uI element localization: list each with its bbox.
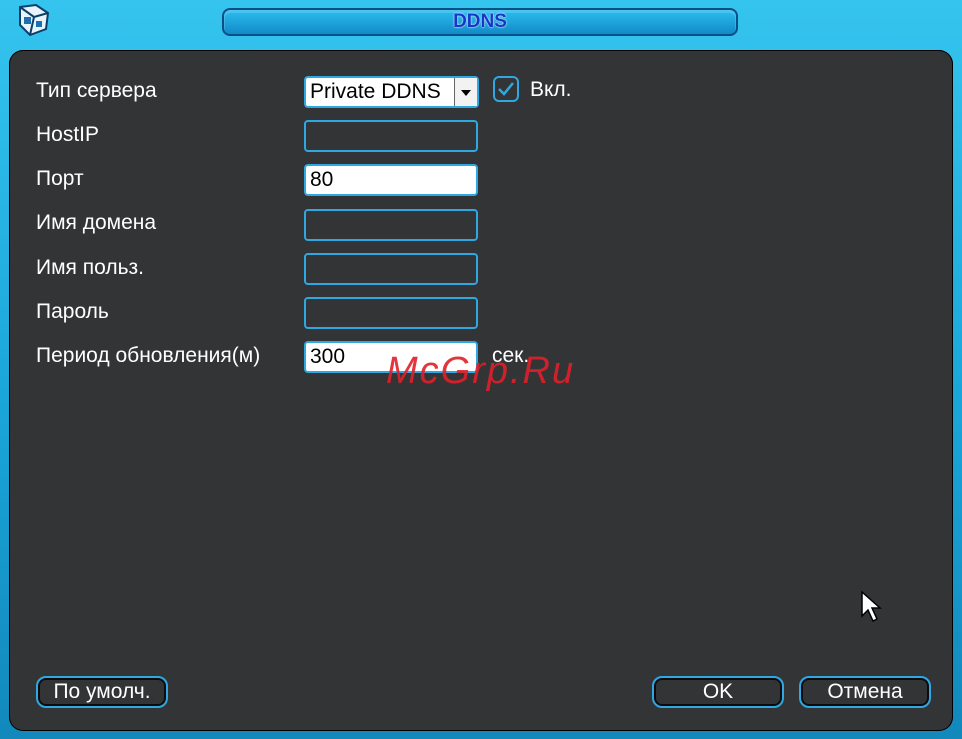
app-logo-icon xyxy=(19,3,50,37)
chevron-down-icon[interactable] xyxy=(454,78,477,106)
window-title: DDNS xyxy=(453,11,507,32)
enable-checkbox[interactable] xyxy=(493,76,519,102)
default-button[interactable]: По умолч. xyxy=(36,676,168,708)
ok-button[interactable]: OK xyxy=(652,676,784,708)
title-pill: DDNS xyxy=(222,8,738,36)
server-type-label: Тип сервера xyxy=(36,79,157,102)
port-label: Порт xyxy=(36,167,84,190)
enable-label: Вкл. xyxy=(530,78,572,101)
update-period-label: Период обновления(м) xyxy=(36,344,261,367)
checkmark-icon xyxy=(498,82,514,96)
password-input[interactable] xyxy=(304,297,478,329)
mouse-cursor-icon xyxy=(861,590,882,623)
domain-input[interactable] xyxy=(304,209,478,241)
hostip-label: HostIP xyxy=(36,123,100,146)
password-label: Пароль xyxy=(36,300,109,323)
server-type-select[interactable]: Private DDNS xyxy=(304,76,479,108)
server-type-value: Private DDNS xyxy=(310,80,441,103)
username-label: Имя польз. xyxy=(36,256,144,279)
cancel-button[interactable]: Отмена xyxy=(799,676,931,708)
username-input[interactable] xyxy=(304,253,478,285)
port-input[interactable]: 80 xyxy=(304,164,478,196)
hostip-input[interactable] xyxy=(304,120,478,152)
domain-label: Имя домена xyxy=(36,211,157,234)
title-bar: DDNS xyxy=(0,0,962,44)
ddns-dialog: DDNS Тип сервера HostIP Порт Имя домена … xyxy=(0,0,962,739)
watermark: McGrp.Ru xyxy=(386,350,576,392)
